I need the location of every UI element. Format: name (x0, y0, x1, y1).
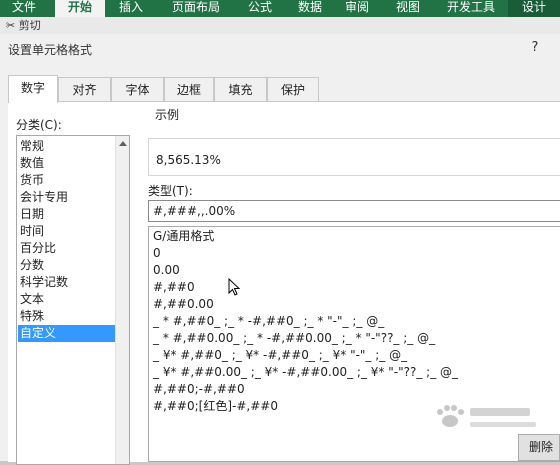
delete-button[interactable]: 删除 (518, 434, 560, 461)
tab-fill[interactable]: 填充 (214, 77, 267, 101)
cut-label: 剪切 (18, 19, 41, 32)
category-item[interactable]: 分数 (18, 257, 118, 274)
category-label: 分类(C): (16, 118, 62, 132)
category-item[interactable]: 常规 (18, 138, 118, 155)
format-item[interactable]: _ * #,##0_ ;_ * -#,##0_ ;_ * "-"_ ;_ @_ (153, 313, 384, 330)
ribbon-tab-formulas[interactable]: 公式 (240, 0, 280, 17)
tab-protection[interactable]: 保护 (267, 77, 319, 101)
sample-label: 示例 (153, 106, 182, 123)
ribbon-tab-data[interactable]: 数据 (290, 0, 330, 17)
category-item-selected[interactable]: 自定义 (18, 325, 118, 342)
scroll-up-arrow-icon[interactable] (119, 141, 127, 146)
ribbon-tab-view[interactable]: 视图 (388, 0, 428, 17)
dialog-titlebar: 设置单元格格式 ? (0, 34, 560, 62)
format-item[interactable]: 0 (153, 245, 161, 262)
format-item[interactable]: _ ¥* #,##0_ ;_ ¥* -#,##0_ ;_ ¥* "-"_ ;_ … (153, 347, 407, 364)
ribbon-tab-insert[interactable]: 插入 (110, 0, 152, 17)
format-item[interactable]: #,##0;-#,##0 (153, 381, 245, 398)
ribbon-tab-design[interactable]: 设计 (508, 0, 560, 17)
dialog-title: 设置单元格格式 (8, 43, 93, 57)
format-item[interactable]: _ * #,##0.00_ ;_ * -#,##0.00_ ;_ * "-"??… (153, 330, 435, 347)
format-item[interactable]: _ ¥* #,##0.00_ ;_ ¥* -#,##0.00_ ;_ ¥* "-… (153, 364, 458, 381)
type-input[interactable]: #,###,,.00% (148, 200, 560, 222)
tab-alignment[interactable]: 对齐 (58, 77, 111, 101)
ribbon-tab-home[interactable]: 开始 (55, 0, 105, 17)
format-item[interactable]: G/通用格式 (153, 228, 214, 245)
category-item[interactable]: 货币 (18, 172, 118, 189)
cut-button-label[interactable]: ✂ 剪切 (6, 17, 41, 33)
format-item[interactable]: #,##0 (153, 279, 195, 296)
type-label: 类型(T): (148, 184, 193, 198)
category-item[interactable]: 数值 (18, 155, 118, 172)
category-item[interactable]: 日期 (18, 206, 118, 223)
format-item[interactable]: #,##0.00 (153, 296, 214, 313)
category-item[interactable]: 时间 (18, 223, 118, 240)
category-item[interactable]: 百分比 (18, 240, 118, 257)
ribbon-toolbar (0, 17, 560, 34)
ribbon-tab-developer[interactable]: 开发工具 (440, 0, 502, 17)
mouse-cursor-icon (228, 278, 240, 296)
help-icon[interactable]: ? (528, 40, 542, 55)
category-item[interactable]: 会计专用 (18, 189, 118, 206)
tab-number[interactable]: 数字 (8, 75, 58, 103)
format-item[interactable]: 0.00 (153, 262, 180, 279)
category-list[interactable]: 常规 数值 货币 会计专用 日期 时间 百分比 分数 科学记数 文本 特殊 自定… (16, 135, 130, 465)
category-item[interactable]: 科学记数 (18, 274, 118, 291)
format-cells-dialog: 设置单元格格式 ? 数字 对齐 字体 边框 填充 保护 分类(C): 常规 数值… (0, 34, 560, 465)
sample-value: 8,565.13% (156, 153, 221, 167)
ribbon-tab-page-layout[interactable]: 页面布局 (160, 0, 232, 17)
category-item[interactable]: 特殊 (18, 308, 118, 325)
tab-font[interactable]: 字体 (111, 77, 164, 101)
category-scrollbar[interactable] (115, 136, 129, 464)
sample-group: 8,565.13% (148, 138, 560, 176)
tab-border[interactable]: 边框 (164, 77, 214, 101)
ribbon-tab-review[interactable]: 审阅 (337, 0, 377, 17)
ribbon-tab-bar: 文件 开始 插入 页面布局 公式 数据 审阅 视图 开发工具 设计 (0, 0, 560, 17)
category-item[interactable]: 文本 (18, 291, 118, 308)
baidu-watermark-icon (437, 405, 536, 427)
format-item[interactable]: #,##0;[红色]-#,##0 (153, 398, 278, 415)
ribbon-tab-file[interactable]: 文件 (0, 0, 48, 17)
